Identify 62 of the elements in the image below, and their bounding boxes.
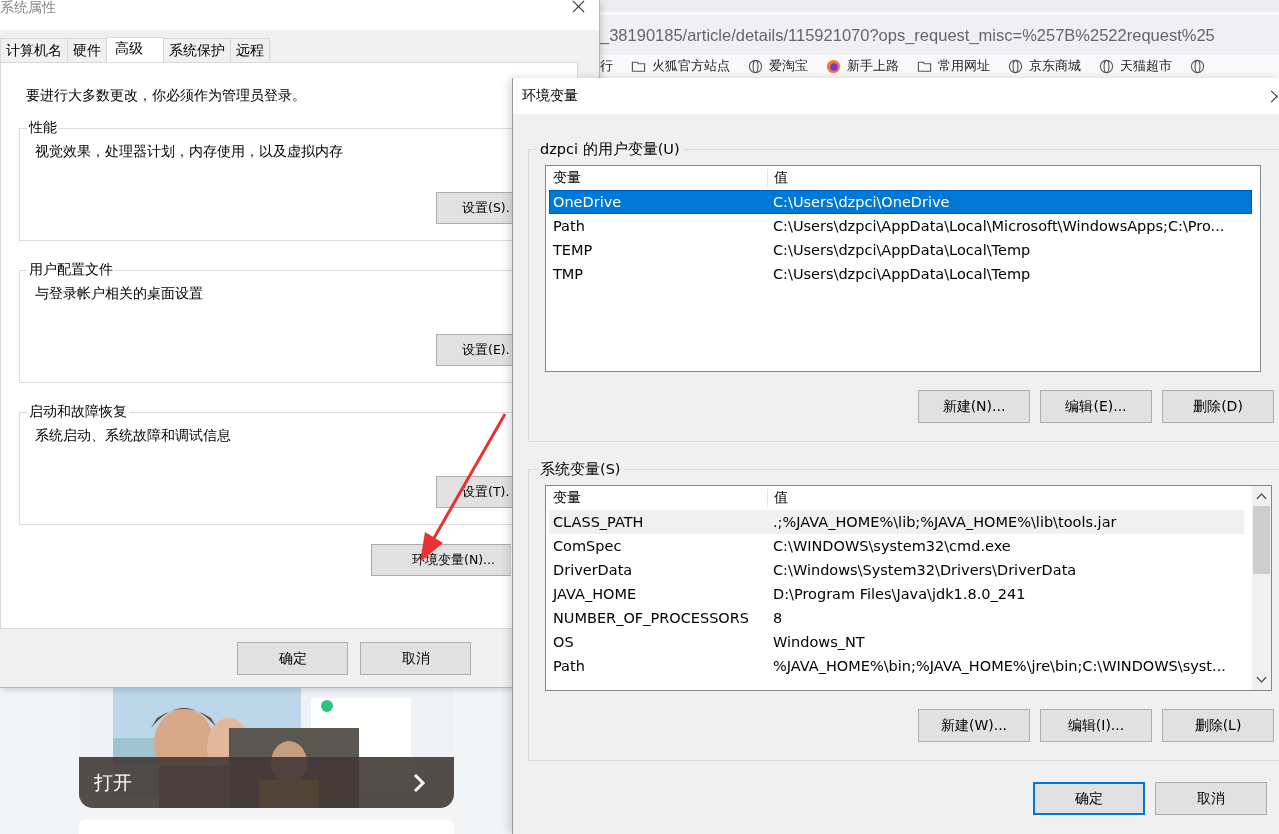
variable-row[interactable]: JAVA_HOME D:\Program Files\Java\jdk1.8.0_241	[549, 582, 1244, 606]
bookmark[interactable]: 爱淘宝	[769, 57, 808, 75]
scroll-up-icon[interactable]	[1256, 492, 1267, 500]
settings-button[interactable]: 设置(E).	[436, 334, 512, 366]
bookmark[interactable]: 天猫超市	[1120, 57, 1172, 75]
list-button[interactable]: 新建(N)...	[918, 390, 1030, 423]
column-header[interactable]: 值	[767, 489, 1244, 507]
group-title: 启动和故障恢复	[28, 403, 128, 421]
variables-list[interactable]	[545, 485, 1272, 691]
variable-row[interactable]: Path C:\Users\dzpci\AppData\Local\Microsoft\WindowsApps;C:\Pro...	[549, 214, 1252, 238]
notice-text: 要进行大多数更改，你必须作为管理员登录。	[26, 87, 306, 103]
globe-icon[interactable]	[1190, 58, 1205, 74]
dialog-button[interactable]: 确定	[237, 642, 348, 675]
globe-icon[interactable]	[748, 58, 763, 74]
list-button[interactable]: 编辑(I)...	[1040, 709, 1152, 742]
dialog-button[interactable]: 取消	[360, 642, 471, 675]
open-label: 打开	[94, 769, 132, 795]
globe-icon[interactable]	[1099, 58, 1114, 74]
variable-row[interactable]: DriverData C:\Windows\System32\Drivers\DriverData	[549, 558, 1244, 582]
globe-icon[interactable]	[1008, 58, 1023, 74]
variable-row[interactable]: Path %JAVA_HOME%\bin;%JAVA_HOME%\jre\bin;C:\WINDOWS\syst...	[549, 654, 1244, 678]
settings-button[interactable]: 设置(T).	[436, 476, 512, 508]
window-title: 系统属性	[0, 0, 56, 15]
column-header[interactable]: 值	[767, 169, 1252, 187]
group-description: 视觉效果，处理器计划，内存使用，以及虚拟内存	[35, 142, 344, 161]
group-title: 用户配置文件	[28, 261, 114, 279]
group-title: dzpci 的用户变量(U)	[539, 140, 681, 159]
bookmark[interactable]: 新手上路	[847, 57, 899, 75]
chevron-right-icon[interactable]	[412, 772, 426, 793]
group-description: 系统启动、系统故障和调试信息	[35, 426, 232, 445]
variable-row[interactable]: TMP C:\Users\dzpci\AppData\Local\Temp	[549, 262, 1252, 286]
browser-logo-icon[interactable]	[826, 58, 841, 74]
address-bar[interactable]: _38190185/article/details/115921070?ops_request_misc=%257B%2522request%25	[598, 15, 1279, 55]
variable-row[interactable]: CLASS_PATH .;%JAVA_HOME%\lib;%JAVA_HOME%\lib\tools.jar	[549, 510, 1244, 534]
tab[interactable]: 计算机名	[0, 38, 68, 62]
list-button[interactable]: 删除(L)	[1162, 709, 1274, 742]
bookmark[interactable]: 常用网址	[938, 57, 990, 75]
variable-row[interactable]: ComSpec C:\WINDOWS\system32\cmd.exe	[549, 534, 1244, 558]
window-title: 环境变量	[521, 87, 578, 105]
scroll-down-icon[interactable]	[1256, 676, 1267, 684]
settings-button[interactable]: 设置(S).	[436, 192, 512, 224]
group-title: 系统变量(S)	[539, 460, 622, 479]
column-header[interactable]: 变量	[549, 169, 767, 187]
list-button[interactable]: 编辑(E)...	[1040, 390, 1152, 423]
bookmark[interactable]: 行	[600, 57, 613, 75]
variable-row[interactable]: NUMBER_OF_PROCESSORS 8	[549, 606, 1244, 630]
variable-row[interactable]: OneDrive C:\Users\dzpci\OneDrive	[549, 190, 1252, 214]
group-title: 性能	[27, 119, 58, 137]
column-header[interactable]: 变量	[549, 489, 767, 507]
bookmark[interactable]: 京东商城	[1029, 57, 1081, 75]
list-button[interactable]: 删除(D)	[1162, 390, 1274, 423]
bookmark[interactable]: 火狐官方站点	[652, 57, 730, 75]
tab[interactable]: 高级	[106, 37, 164, 62]
dialog-button[interactable]: 取消	[1155, 782, 1267, 815]
variables-list[interactable]: 变量 值 OneDrive C:\Users\dzpci\OneDrive Path C:\Users\dzpci\AppData\Local\Microsoft\WindowsApps;C:\Pro... TEMP C:\Users\dzpci\AppData\Local\Temp TMP C:\Users\dzpci\AppData\Local\Temp	[545, 165, 1261, 372]
dialog-button[interactable]: 确定	[1033, 782, 1145, 815]
scrollbar[interactable]	[1252, 486, 1271, 690]
variable-row[interactable]: TEMP C:\Users\dzpci\AppData\Local\Temp	[549, 238, 1252, 262]
variable-row[interactable]: OS Windows_NT	[549, 630, 1244, 654]
tab[interactable]: 远程	[230, 38, 270, 62]
group-description: 与登录帐户相关的桌面设置	[35, 284, 204, 303]
list-button[interactable]: 新建(W)...	[918, 709, 1030, 742]
